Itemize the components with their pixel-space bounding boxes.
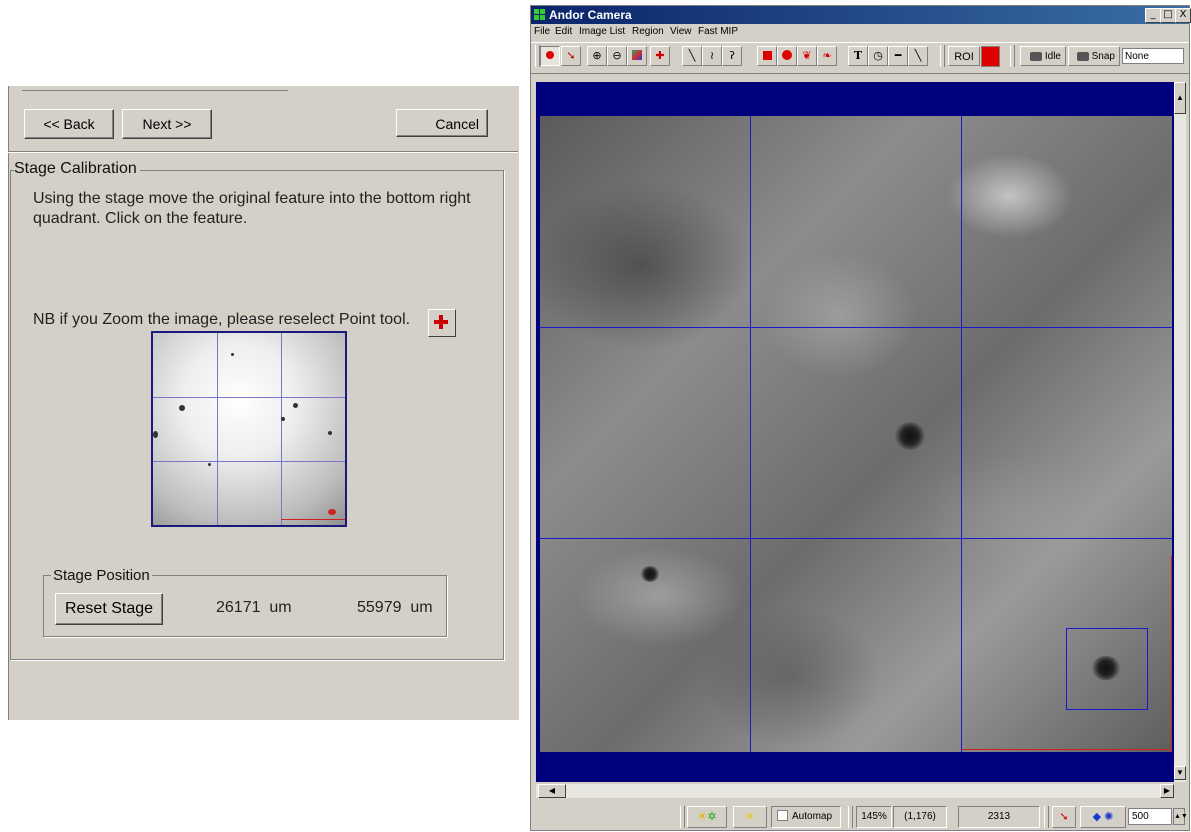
automap-checkbox[interactable] [777,809,788,821]
particle [153,431,158,438]
status-grip [1044,806,1049,828]
roi-edge [281,519,345,520]
scroll-up-arrow-icon[interactable]: ▲ [1174,82,1186,114]
button-separator [8,151,518,153]
camera-icon [1029,51,1042,61]
freehand-line-icon[interactable]: ≀ [702,46,722,66]
pixel-value: 2313 [958,806,1040,828]
close-button[interactable]: X [1175,8,1191,23]
status-grip [848,806,853,828]
stage-x-value: 26171 um [216,599,292,616]
zoom-in-icon[interactable]: ⊕ [587,46,607,66]
window-title: Andor Camera [549,8,632,22]
roi-color-swatch[interactable] [981,46,1000,67]
status-grip [680,806,685,828]
back-button[interactable]: << Back [24,109,114,139]
idle-button[interactable]: Idle [1020,46,1066,66]
particle [328,431,332,435]
point-tool-button[interactable] [428,309,456,337]
stage-y-value: 55979 um [357,599,433,616]
auto-contrast-button[interactable]: ☀✲ [687,806,727,828]
timer-icon[interactable]: ◷ [868,46,888,66]
toolbar-grip [940,45,945,67]
scale-bar-icon[interactable]: ━ [888,46,908,66]
maximize-button[interactable]: □ [1160,8,1176,23]
freehand-region-icon[interactable]: ❧ [817,46,837,66]
select-pointer-icon[interactable]: ➘ [1052,806,1076,828]
toolbar-grip [1010,45,1015,67]
binning-button[interactable]: ◆ ✺ [1080,806,1126,828]
red-cross-icon [434,315,448,329]
menu-view[interactable]: View [670,26,692,37]
rectangle-region-icon[interactable] [757,46,777,66]
idle-label: Idle [1044,51,1061,62]
cursor-coordinates: (1,176) [893,806,947,828]
binning-input[interactable]: 500 [1128,808,1172,825]
menu-image-list[interactable]: Image List [579,26,625,37]
dark-feature [895,422,925,450]
particle [231,353,234,356]
stage-position-title: Stage Position [51,567,152,584]
zoom-out-icon[interactable]: ⊖ [607,46,627,66]
scroll-right-arrow-icon[interactable]: ▶ [1160,784,1174,798]
line-icon[interactable]: ╲ [682,46,702,66]
brightness-button[interactable]: ✳ [733,806,767,828]
calibration-thumbnail[interactable] [151,331,347,527]
vertical-scrollbar[interactable] [1174,82,1186,782]
camera-icon [1076,51,1089,61]
text-icon[interactable]: T [848,46,868,66]
thumb-grid-line [153,397,345,398]
stage-calibration-title: Stage Calibration [14,160,140,178]
grid-line-vertical [961,116,962,752]
acquisition-mode-select[interactable]: None [1122,48,1184,64]
microscope-image[interactable] [540,116,1172,752]
pointer-icon[interactable]: ➘ [561,46,581,66]
cancel-button[interactable]: Cancel [396,109,488,137]
particle [281,417,285,421]
next-button[interactable]: Next >> [122,109,212,139]
zoom-level: 145% [856,806,892,828]
dark-feature [640,566,660,582]
reset-stage-button[interactable]: Reset Stage [55,593,163,625]
minimize-button[interactable]: _ [1145,8,1161,23]
scroll-left-arrow-icon[interactable]: ◀ [538,784,566,798]
particle [293,403,298,408]
roi-button[interactable]: ROI [948,46,980,66]
grid-line-horizontal [540,538,1172,539]
menu-file[interactable]: File [534,26,550,37]
spinner-arrows-icon[interactable]: ▲▼ [1173,808,1188,825]
polygon-region-icon[interactable]: ❦ [797,46,817,66]
snap-label: Snap [1091,51,1115,62]
palette-icon[interactable] [627,46,647,66]
menu-region[interactable]: Region [632,26,664,37]
top-divider [22,90,288,91]
curve-icon[interactable]: ʔ [722,46,742,66]
record-icon[interactable] [540,46,560,66]
feature-marker [328,509,336,515]
app-icon [534,9,545,20]
menu-fast-mip[interactable]: Fast MIP [698,26,738,37]
zoom-note: NB if you Zoom the image, please reselec… [33,311,411,328]
grid-line-vertical [750,116,751,752]
quadrant-marker [1171,556,1172,752]
particle [179,405,185,411]
horizontal-scrollbar[interactable] [536,784,1174,798]
thumb-grid-line [153,461,345,462]
calibration-instruction: Using the stage move the original featur… [33,190,471,227]
automap-toggle[interactable]: Automap [771,806,841,828]
thumb-grid-line [281,333,282,525]
menu-edit[interactable]: Edit [555,26,572,37]
roi-rectangle[interactable] [1066,628,1148,710]
thumb-grid-line [217,333,218,525]
snap-button[interactable]: Snap [1068,46,1120,66]
grid-line-horizontal [540,327,1172,328]
automap-label: Automap [792,811,833,822]
point-icon[interactable]: ✚ [650,46,670,66]
scroll-down-arrow-icon[interactable]: ▼ [1174,766,1186,780]
ellipse-region-icon[interactable] [777,46,797,66]
quadrant-marker [962,749,1172,750]
measure-icon[interactable]: ╲ [908,46,928,66]
particle [208,463,211,466]
